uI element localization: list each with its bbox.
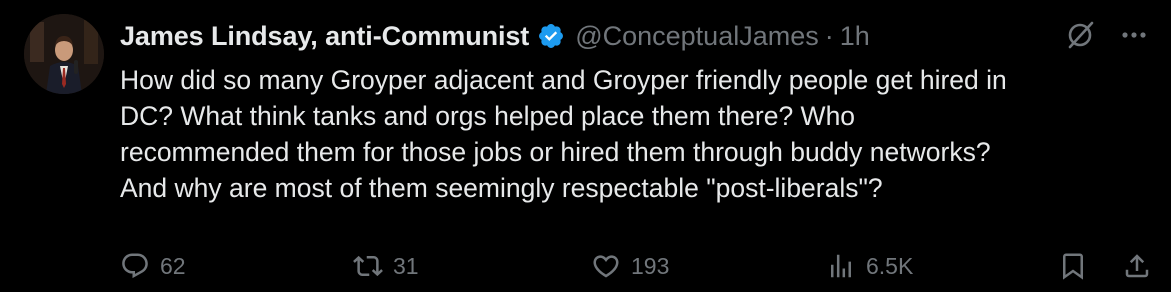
tweet[interactable]: James Lindsay, anti-Communist @Conceptua… bbox=[0, 0, 1171, 292]
views-button[interactable]: 6.5K bbox=[826, 246, 913, 286]
tweet-text: How did so many Groyper adjacent and Gro… bbox=[120, 65, 1007, 203]
repost-icon bbox=[353, 255, 383, 277]
more-icon[interactable] bbox=[1119, 20, 1149, 50]
top-actions bbox=[1065, 20, 1149, 50]
tweet-header: James Lindsay, anti-Communist @Conceptua… bbox=[120, 16, 870, 56]
share-icon bbox=[1125, 254, 1149, 278]
reply-icon bbox=[122, 253, 148, 279]
repost-count: 31 bbox=[393, 252, 419, 279]
avatar-photo bbox=[24, 14, 104, 94]
heart-icon bbox=[593, 255, 619, 278]
timestamp[interactable]: 1h bbox=[840, 21, 870, 52]
author-handle[interactable]: @ConceptualJames bbox=[575, 21, 819, 52]
grok-icon[interactable] bbox=[1065, 20, 1095, 50]
bookmark-icon bbox=[1063, 253, 1083, 280]
action-bar: 62 31 193 6.5K bbox=[120, 246, 1160, 286]
like-button[interactable]: 193 bbox=[591, 246, 669, 286]
share-button[interactable] bbox=[1122, 246, 1152, 286]
verified-badge-icon[interactable] bbox=[537, 22, 565, 50]
avatar[interactable] bbox=[24, 14, 104, 94]
repost-button[interactable]: 31 bbox=[353, 246, 419, 286]
bookmark-button[interactable] bbox=[1058, 246, 1088, 286]
separator-dot: · bbox=[824, 20, 834, 51]
author-display-name[interactable]: James Lindsay, anti-Communist bbox=[120, 21, 529, 52]
like-count: 193 bbox=[631, 252, 670, 279]
reply-button[interactable]: 62 bbox=[120, 246, 186, 286]
view-count: 6.5K bbox=[866, 252, 914, 279]
views-icon bbox=[831, 254, 851, 278]
reply-count: 62 bbox=[160, 252, 186, 279]
